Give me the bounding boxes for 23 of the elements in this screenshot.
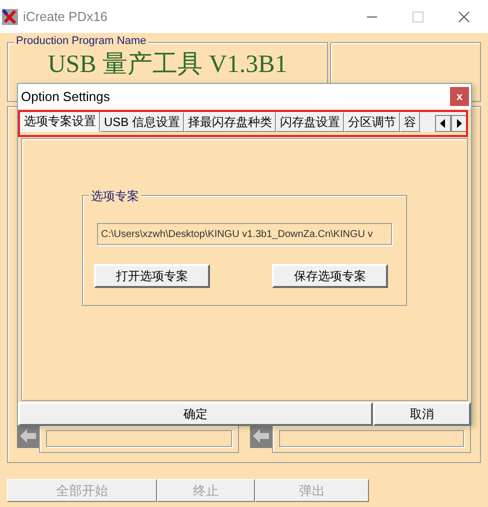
close-icon[interactable] bbox=[458, 10, 470, 22]
option-button[interactable]: 保存选项专案 bbox=[272, 264, 388, 288]
tab[interactable]: 闪存盘设置 bbox=[276, 112, 344, 132]
arrow-left-icon bbox=[250, 424, 272, 448]
option-button[interactable]: 打开选项专案 bbox=[94, 264, 210, 288]
scroll-left-icon[interactable] bbox=[435, 115, 451, 132]
tools-icon bbox=[2, 8, 18, 24]
scroll-right-icon[interactable] bbox=[451, 115, 467, 132]
program-name: USB 量产工具 V1.3B1 bbox=[48, 51, 288, 79]
group-label: Production Program Name bbox=[14, 35, 148, 47]
window-title: iCreate PDx16 bbox=[23, 9, 108, 24]
path-field[interactable]: C:\Users\xzwh\Desktop\KINGU v1.3b1_DownZa.Cn\KINGU v bbox=[97, 223, 392, 245]
tab[interactable]: 择最闪存盘种类 bbox=[184, 112, 276, 132]
tab[interactable]: 分区调节 bbox=[344, 112, 400, 132]
tab[interactable]: 容 bbox=[400, 112, 420, 132]
dialog-title: Option Settings bbox=[21, 89, 110, 104]
arrow-left-icon bbox=[17, 424, 39, 448]
tab[interactable]: 选项专案设置 bbox=[20, 111, 100, 132]
group-label: 选项专案 bbox=[89, 188, 141, 205]
close-button[interactable]: x bbox=[450, 87, 469, 106]
tab[interactable]: USB 信息设置 bbox=[100, 112, 184, 132]
dialog-button[interactable]: 确定 bbox=[18, 402, 373, 426]
dialog-button[interactable]: 取消 bbox=[373, 402, 471, 426]
